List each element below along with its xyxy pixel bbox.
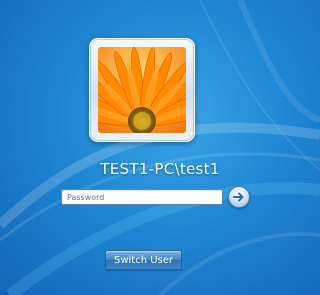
user-tile[interactable] bbox=[89, 38, 195, 142]
password-input[interactable] bbox=[61, 189, 223, 205]
submit-button[interactable] bbox=[228, 186, 250, 208]
flower-photo bbox=[98, 47, 186, 133]
arrow-right-icon bbox=[233, 192, 244, 202]
username-label: TEST1-PC\test1 bbox=[100, 160, 220, 178]
switch-user-button[interactable]: Switch User bbox=[105, 250, 182, 270]
user-tile-photo bbox=[98, 47, 186, 133]
